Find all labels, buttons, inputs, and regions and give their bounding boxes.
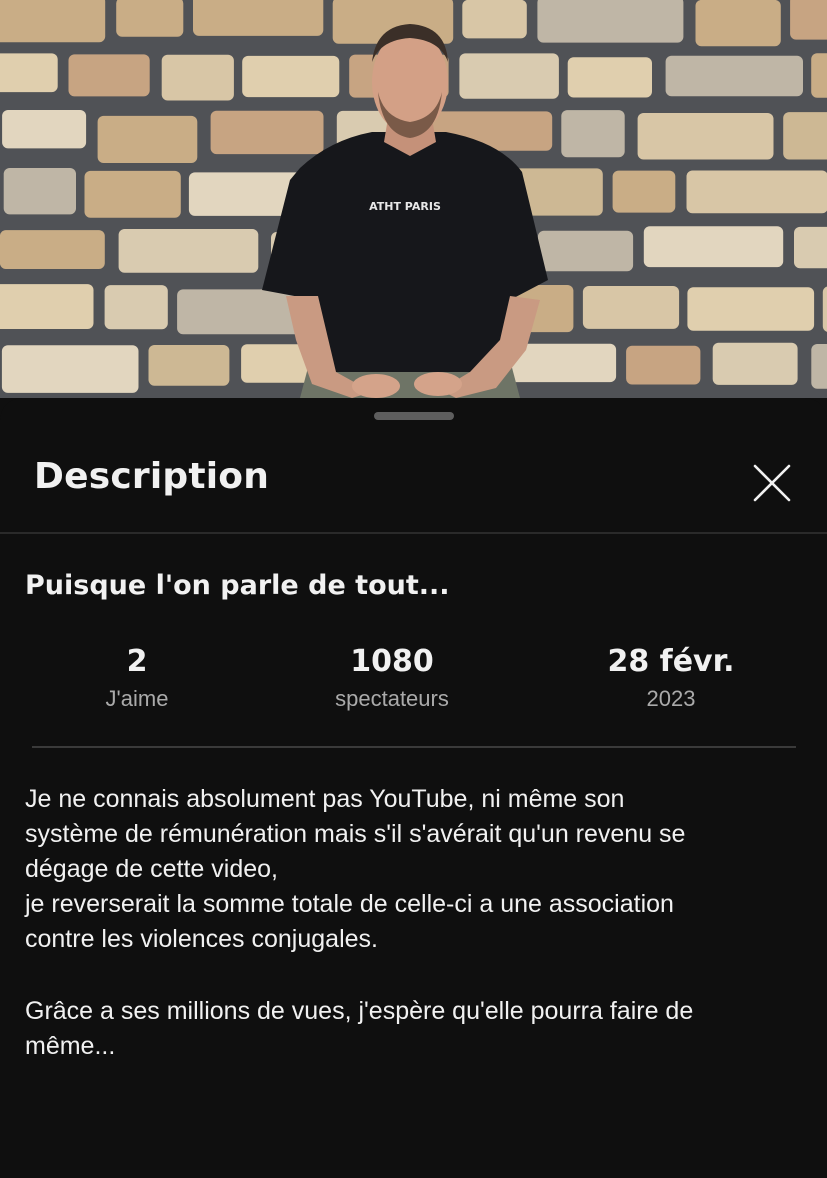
shirt-logo-text: ATHT PARIS — [369, 200, 441, 213]
description-line: contre les violences conjugales. — [25, 925, 378, 953]
close-icon — [753, 464, 791, 502]
stone — [459, 53, 559, 99]
stone — [811, 53, 827, 98]
stone — [537, 0, 684, 43]
stone — [790, 0, 827, 40]
publish-year: 2023 — [646, 686, 696, 711]
drag-handle[interactable] — [374, 412, 454, 420]
stone — [783, 112, 827, 160]
stone — [104, 285, 168, 330]
likes-stat: 2 J'aime — [7, 642, 267, 714]
stone — [811, 344, 827, 389]
stone — [686, 170, 827, 214]
video-player[interactable]: ATHT PARIS — [0, 0, 827, 398]
description-sheet: Description Puisque l'on parle de tout..… — [0, 398, 827, 1178]
stone — [118, 229, 259, 273]
description-line: dégage de cette video, — [25, 855, 278, 883]
stone — [695, 0, 781, 47]
stone — [462, 0, 527, 39]
likes-label: J'aime — [105, 686, 169, 711]
viewers-label: spectateurs — [335, 686, 449, 711]
screen: ATHT PARIS Description Puisque l'on parl… — [0, 0, 827, 1178]
stone — [3, 168, 77, 215]
publish-date: 28 févr. — [607, 644, 735, 679]
video-frame-image: ATHT PARIS — [0, 0, 827, 398]
description-line: Je ne connais absolument pas YouTube, ni… — [25, 785, 625, 813]
stone — [626, 345, 701, 385]
stone — [0, 0, 106, 43]
stone — [537, 230, 634, 272]
stone — [687, 287, 815, 331]
stone — [561, 110, 625, 158]
stone — [665, 55, 803, 97]
sheet-title: Description — [34, 456, 270, 497]
stone — [210, 110, 324, 155]
stone — [612, 170, 676, 213]
stone — [116, 0, 184, 37]
description-line: système de rémunération mais s'il s'avér… — [25, 820, 686, 848]
stone — [567, 57, 652, 98]
description-text: Je ne connais absolument pas YouTube, ni… — [25, 782, 805, 1064]
stone — [97, 115, 198, 163]
viewers-stat: 1080 spectateurs — [262, 642, 522, 714]
stats-divider — [32, 746, 796, 748]
stone — [712, 342, 798, 385]
header-divider — [0, 532, 827, 534]
stone — [0, 284, 94, 329]
likes-count: 2 — [126, 644, 148, 679]
stone — [2, 110, 87, 149]
stone — [84, 170, 181, 218]
stone — [0, 230, 105, 269]
date-stat: 28 févr. 2023 — [541, 642, 801, 714]
stone — [177, 289, 304, 335]
close-button[interactable] — [742, 453, 802, 513]
viewers-count: 1080 — [350, 644, 434, 679]
description-line: Grâce a ses millions de vues, j'espère q… — [25, 997, 694, 1025]
video-title: Puisque l'on parle de tout... — [25, 570, 450, 601]
stone — [637, 113, 774, 160]
stone — [161, 54, 234, 101]
stone — [193, 0, 324, 36]
description-line: même... — [25, 1032, 116, 1060]
stone — [643, 226, 784, 268]
video-stats: 2 J'aime 1080 spectateurs 28 févr. 2023 — [0, 642, 827, 722]
stone — [822, 286, 827, 332]
stone — [0, 53, 58, 93]
stone — [68, 54, 150, 97]
description-line: je reverserait la somme totale de celle-… — [25, 890, 674, 918]
stone — [242, 55, 340, 98]
stone — [148, 345, 230, 386]
stone — [794, 226, 827, 269]
stone — [582, 286, 680, 329]
stone — [1, 345, 139, 393]
